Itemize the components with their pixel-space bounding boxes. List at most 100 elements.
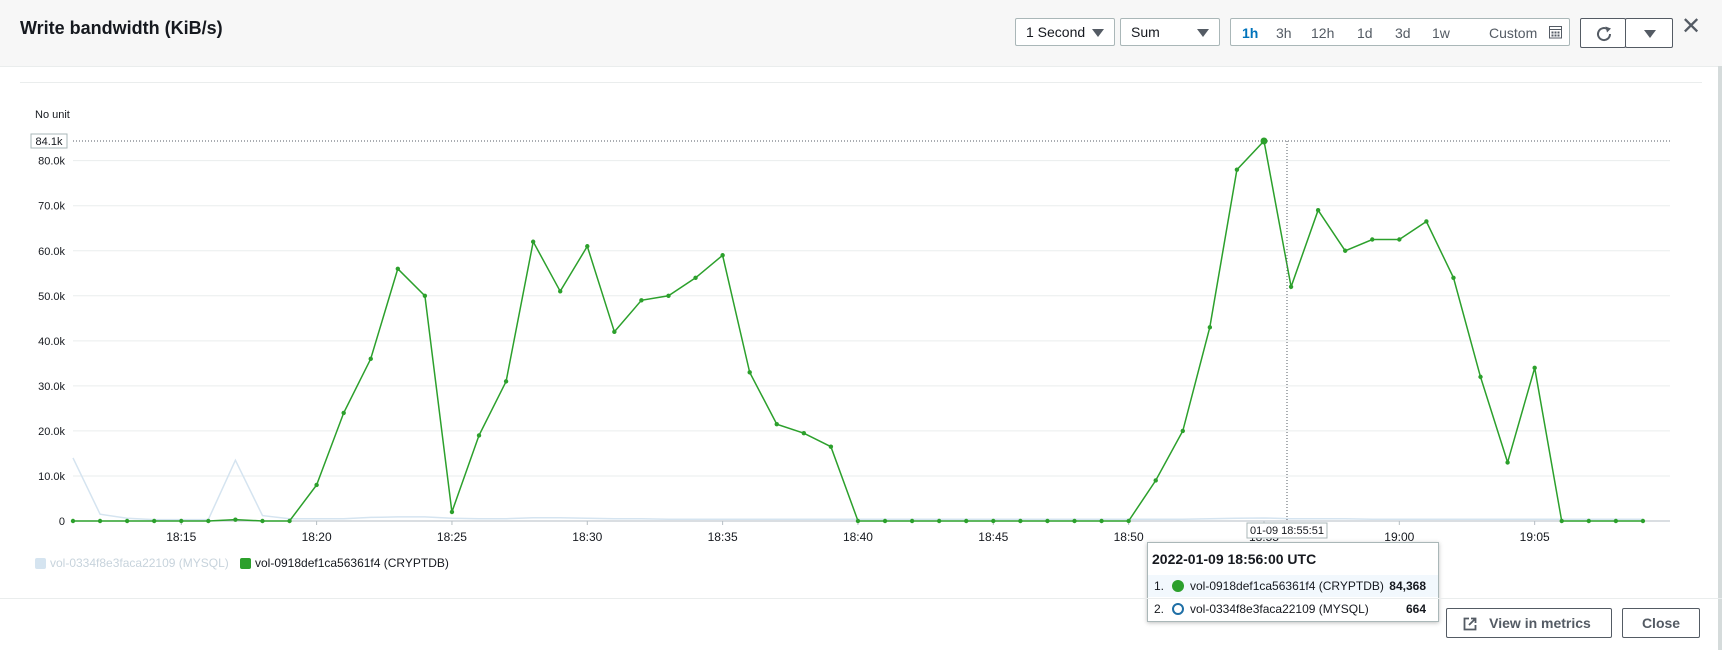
external-link-icon xyxy=(1463,617,1477,631)
series-line xyxy=(72,457,1643,521)
y-tick-label: 30.0k xyxy=(38,381,65,393)
data-point xyxy=(1126,518,1131,524)
view-in-metrics-button[interactable]: View in metrics xyxy=(1446,608,1612,638)
chart-tooltip: 2022-01-09 18:56:00 UTC 1. vol-0918def1c… xyxy=(1147,542,1439,622)
data-point xyxy=(206,518,211,524)
data-point xyxy=(747,370,752,375)
x-tick-label: 18:30 xyxy=(572,530,602,544)
cursor-layer: 01-09 18:55:51 xyxy=(1246,137,1328,539)
data-point xyxy=(1478,374,1483,380)
data-point xyxy=(1451,275,1456,280)
data-point xyxy=(530,239,536,244)
y-tick-label: 0 xyxy=(59,516,65,528)
data-point xyxy=(964,518,969,524)
data-point xyxy=(1613,518,1619,524)
data-point xyxy=(1045,518,1050,524)
tooltip-row-index: 1. xyxy=(1154,579,1165,593)
series-dot-icon xyxy=(1172,580,1184,592)
data-point xyxy=(1288,284,1294,289)
legend-swatch xyxy=(35,558,46,570)
y-tick-label: 10.0k xyxy=(38,471,65,483)
x-tick-label: 18:45 xyxy=(978,530,1008,544)
data-point xyxy=(612,329,617,335)
legend-item-cryptdb[interactable]: vol-0918def1ca56361f4 (CRYPTDB) xyxy=(240,556,449,570)
data-point xyxy=(368,356,373,362)
y-tick-label: 60.0k xyxy=(38,246,65,258)
data-point xyxy=(1640,518,1646,524)
data-point xyxy=(1559,518,1564,524)
data-point xyxy=(314,482,319,488)
data-point xyxy=(476,433,482,438)
x-tick-label: 18:25 xyxy=(437,530,467,544)
data-point xyxy=(260,518,265,524)
x-tick-label: 18:40 xyxy=(843,530,873,544)
y-tick-label: 80.0k xyxy=(38,156,65,168)
data-point xyxy=(395,266,401,271)
data-point xyxy=(1397,237,1402,242)
x-tick-label: 18:20 xyxy=(302,530,332,544)
data-point xyxy=(124,518,130,524)
data-point xyxy=(828,444,834,449)
hover-point xyxy=(1260,137,1268,145)
y-axis: 0 10.0k 20.0k 30.0k 40.0k 50.0k 60.0k 70.0k 80.0… xyxy=(38,156,65,528)
data-point xyxy=(639,298,644,303)
tooltip-row-name: vol-0334f8e3faca22109 (MYSQL) xyxy=(1190,602,1369,616)
tooltip-row-name: vol-0918def1ca56361f4 (CRYPTDB) xyxy=(1190,579,1384,593)
divider xyxy=(0,598,1722,599)
y-tick-label: 20.0k xyxy=(38,426,65,438)
data-point xyxy=(774,421,779,427)
data-point xyxy=(503,379,509,384)
line-chart: No unit 0 10.0k 20.0k 30.0k 40.0k 50.0k 60.0k 7… xyxy=(30,109,1670,544)
y-tick-label: 40.0k xyxy=(38,336,65,348)
tooltip-row: 2. vol-0334f8e3faca22109 (MYSQL) 664 xyxy=(1148,598,1438,620)
data-point xyxy=(1505,460,1510,465)
tooltip-row-value: 664 xyxy=(1405,602,1426,616)
data-point xyxy=(1532,365,1537,371)
x-tick-label: 18:35 xyxy=(708,530,738,544)
tooltip-row-index: 2. xyxy=(1154,602,1165,616)
data-point xyxy=(449,509,455,515)
max-line: 84.1k xyxy=(30,133,1670,149)
close-button[interactable]: Close xyxy=(1622,608,1700,638)
data-point xyxy=(1315,208,1321,213)
data-point xyxy=(1099,518,1104,524)
data-point xyxy=(585,244,590,249)
data-point xyxy=(1018,518,1023,524)
data-point xyxy=(666,293,671,298)
data-point xyxy=(720,253,725,258)
data-point xyxy=(233,517,238,522)
x-tick-label: 18:50 xyxy=(1114,530,1144,544)
data-point xyxy=(1424,219,1429,224)
x-tick-label: 18:15 xyxy=(166,530,196,544)
unit-label: No unit xyxy=(35,109,70,121)
data-point xyxy=(1586,518,1591,524)
data-point xyxy=(693,275,698,280)
legend-item-mysql[interactable]: vol-0334f8e3faca22109 (MYSQL) xyxy=(35,556,229,570)
legend-swatch xyxy=(240,558,251,570)
data-point xyxy=(287,518,292,524)
tooltip-title: 2022-01-09 18:56:00 UTC xyxy=(1152,551,1317,567)
series-line xyxy=(73,139,1643,522)
data-point xyxy=(801,430,807,436)
x-axis: 18:15 18:20 18:25 18:30 18:35 18:40 18:45 18:50… xyxy=(166,521,1550,544)
tooltip-row-value: 84,368 xyxy=(1389,579,1426,593)
data-point xyxy=(1234,167,1240,172)
series-layer xyxy=(70,138,1646,524)
data-point xyxy=(422,293,428,298)
view-in-metrics-label: View in metrics xyxy=(1489,615,1591,631)
y-tick-label: 50.0k xyxy=(38,291,65,303)
y-tick-label: 70.0k xyxy=(38,201,65,213)
data-point xyxy=(855,518,861,524)
data-point xyxy=(152,518,157,524)
data-point xyxy=(179,518,184,524)
max-label: 84.1k xyxy=(36,136,63,148)
cursor-label: 01-09 18:55:51 xyxy=(1250,525,1324,537)
legend-label: vol-0334f8e3faca22109 (MYSQL) xyxy=(50,556,229,570)
series-ring-icon xyxy=(1172,603,1184,615)
data-point xyxy=(882,518,888,524)
x-tick-label: 19:05 xyxy=(1520,530,1550,544)
data-point xyxy=(70,518,76,524)
tooltip-row: 1. vol-0918def1ca56361f4 (CRYPTDB) 84,36… xyxy=(1148,575,1438,597)
data-point xyxy=(558,289,563,294)
data-point xyxy=(1370,237,1375,242)
